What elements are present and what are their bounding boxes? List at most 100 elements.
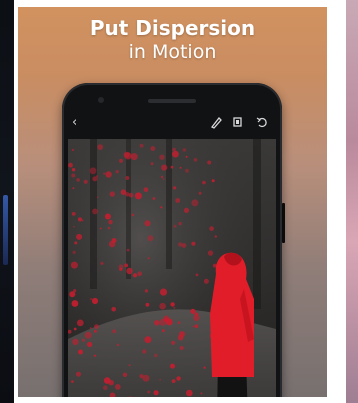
dispersion-particle (71, 173, 76, 178)
dispersion-particle (100, 261, 104, 265)
dispersion-particle (147, 390, 151, 394)
dispersion-particle (211, 179, 215, 183)
dispersion-particle (185, 155, 188, 158)
dispersion-particle (173, 306, 176, 309)
dispersion-particle (176, 376, 181, 381)
dispersion-particle (172, 150, 179, 158)
dispersion-particle (160, 206, 163, 209)
dispersion-particle (143, 187, 149, 192)
dispersion-particle (161, 164, 168, 171)
dispersion-particle (153, 390, 159, 396)
dispersion-particle (114, 384, 121, 390)
dispersion-particle (123, 151, 130, 158)
dispersion-particle (115, 170, 119, 174)
dispersion-particle (130, 153, 138, 161)
headline-line-1: Put Dispersion (89, 16, 256, 40)
dispersion-particle (144, 220, 151, 227)
dispersion-particle (107, 226, 111, 230)
dispersion-particle (182, 148, 187, 152)
dispersion-particle (89, 327, 92, 329)
dispersion-particle (89, 167, 97, 175)
dispersion-particle (119, 158, 123, 163)
app-screenshot-card[interactable]: Put Dispersion in Motion ‹ (18, 7, 327, 397)
dispersion-particle (68, 162, 73, 168)
dispersion-particle (70, 261, 78, 269)
dispersion-particle (214, 235, 217, 238)
dispersion-particle (71, 380, 74, 383)
dispersion-particle (108, 219, 113, 225)
dispersion-particle (183, 207, 190, 213)
dispersion-particle (91, 297, 99, 305)
dispersion-particle (170, 363, 175, 369)
dispersion-particle (177, 334, 184, 341)
dispersion-particle (128, 192, 134, 198)
dispersion-particle (97, 144, 104, 150)
dispersion-particle (86, 341, 93, 348)
dispersion-particle (186, 389, 193, 397)
dispersion-particle (171, 340, 176, 345)
dispersion-particle (159, 288, 168, 296)
dispersion-particle (104, 213, 111, 220)
dispersion-particle (153, 353, 158, 358)
dispersion-particle (131, 213, 135, 217)
dispersion-particle (137, 271, 142, 277)
dispersion-particle (69, 291, 76, 298)
dispersion-particle (92, 208, 98, 215)
dispersion-particle (194, 324, 199, 328)
dispersion-particle (76, 319, 84, 327)
dispersion-particle (74, 241, 78, 245)
dispersion-particle (71, 212, 76, 216)
dispersion-particle (96, 196, 99, 199)
dispersion-particle (147, 235, 154, 242)
brush-icon[interactable] (210, 115, 222, 131)
phone-speaker (148, 99, 196, 103)
dispersion-particle (95, 175, 98, 178)
dispersion-particle (103, 385, 108, 390)
dispersion-particle (120, 189, 127, 195)
dispersion-particle (150, 146, 156, 151)
dispersion-particle (105, 171, 112, 178)
next-screenshot-sliver[interactable] (346, 0, 358, 403)
layers-icon[interactable] (232, 115, 244, 131)
dispersion-particle (170, 165, 174, 169)
dispersion-particle (150, 162, 154, 166)
dispersion-particle (72, 250, 76, 254)
dispersion-particle (76, 371, 81, 377)
dispersion-particle (126, 267, 133, 275)
dispersion-particle (193, 158, 198, 162)
dispersion-particle (170, 302, 175, 307)
dispersion-particle (78, 349, 83, 355)
dispersion-particle (203, 366, 206, 369)
dispersion-particle (207, 160, 212, 165)
dispersion-particle (144, 336, 152, 344)
dispersion-particle (191, 241, 196, 246)
dispersion-particle (185, 168, 189, 173)
dispersion-particle (193, 314, 200, 322)
undo-icon[interactable] (256, 115, 268, 131)
dispersion-particle (71, 148, 75, 152)
dispersion-particle (162, 178, 165, 181)
dispersion-particle (122, 372, 128, 377)
dispersion-particle (207, 250, 214, 256)
dispersion-particle (76, 178, 80, 182)
dispersion-particle (200, 392, 203, 395)
dispersion-particle (179, 346, 184, 350)
editor-canvas[interactable] (68, 139, 276, 397)
dispersion-particle (144, 289, 148, 293)
dispersion-particle (147, 257, 150, 260)
dispersion-particle (111, 238, 117, 243)
dispersion-particle (73, 225, 75, 228)
dispersion-particle (124, 263, 129, 268)
dispersion-particle (177, 321, 181, 324)
dispersion-particle (159, 302, 166, 310)
dispersion-particle (103, 377, 111, 384)
back-icon[interactable]: ‹ (72, 115, 77, 131)
dispersion-particle (173, 224, 177, 228)
dispersion-particle (90, 298, 93, 300)
dispersion-particle (190, 308, 196, 314)
dispersion-particle (118, 264, 124, 270)
previous-screenshot-sliver[interactable] (0, 0, 14, 403)
dispersion-particle (112, 329, 117, 334)
dispersion-particle (126, 248, 130, 252)
dispersion-particle (145, 302, 150, 307)
